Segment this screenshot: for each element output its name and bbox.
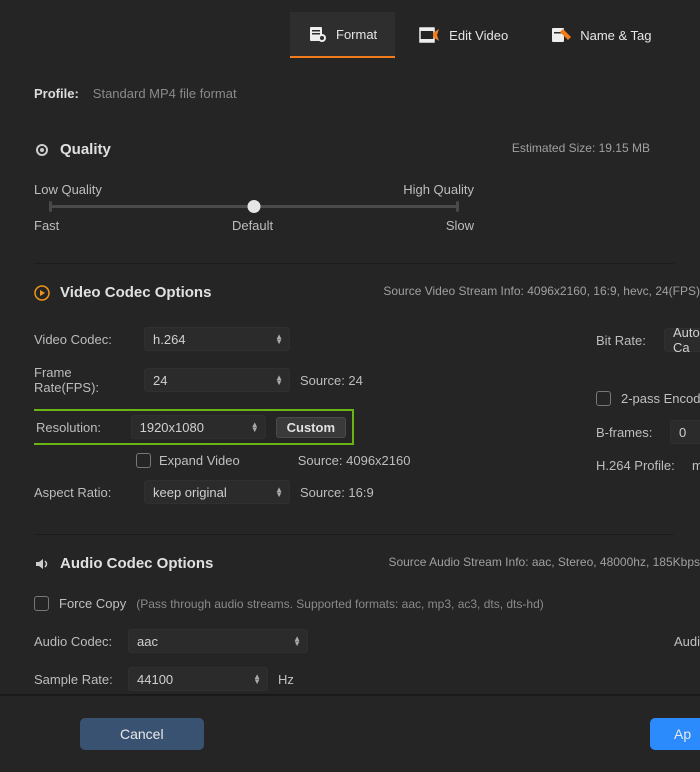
stepper-arrows-icon: ▲▼	[275, 487, 283, 497]
resolution-source: Source: 4096x2160	[298, 453, 411, 468]
aspect-ratio-label: Aspect Ratio:	[34, 485, 134, 500]
stepper-arrows-icon: ▲▼	[253, 674, 261, 684]
apply-button[interactable]: Ap	[650, 718, 700, 750]
twopass-checkbox[interactable]	[596, 391, 611, 406]
sample-rate-unit: Hz	[278, 672, 294, 687]
h264-profile-label: H.264 Profile:	[596, 458, 682, 473]
stepper-arrows-icon: ▲▼	[275, 334, 283, 344]
quality-low-label: Low Quality	[34, 182, 102, 197]
play-icon	[34, 285, 50, 301]
audio-codec-title: Audio Codec Options	[60, 555, 213, 572]
speaker-icon	[34, 556, 50, 572]
tab-name-tag-label: Name & Tag	[580, 28, 651, 43]
video-codec-title: Video Codec Options	[60, 284, 211, 301]
force-copy-label: Force Copy	[59, 596, 126, 611]
tab-edit-video-label: Edit Video	[449, 28, 508, 43]
frame-rate-source: Source: 24	[300, 373, 363, 388]
name-tag-icon	[550, 25, 572, 45]
profile-value: Standard MP4 file format	[93, 86, 237, 101]
resolution-select[interactable]: 1920x1080 ▲▼	[131, 415, 266, 439]
quality-title: Quality	[60, 141, 111, 158]
twopass-label: 2-pass Encodin	[621, 391, 700, 406]
aspect-ratio-select[interactable]: keep original ▲▼	[144, 480, 290, 504]
sample-rate-select[interactable]: 44100 ▲▼	[128, 667, 268, 691]
quality-slow-label: Slow	[446, 218, 474, 233]
video-codec-select[interactable]: h.264 ▲▼	[144, 327, 290, 351]
aspect-ratio-source: Source: 16:9	[300, 485, 374, 500]
slider-tick	[456, 201, 459, 212]
expand-video-checkbox[interactable]	[136, 453, 151, 468]
tab-format[interactable]: Format	[290, 12, 395, 58]
tab-edit-video[interactable]: Edit Video	[401, 12, 526, 58]
quality-slider-track[interactable]	[49, 205, 459, 208]
edit-video-icon	[419, 25, 441, 45]
quality-high-label: High Quality	[403, 182, 474, 197]
bframes-select[interactable]: 0	[670, 420, 700, 444]
h264-profile-value: ma	[692, 458, 700, 473]
cancel-button[interactable]: Cancel	[80, 718, 204, 750]
audio-codec-label: Audio Codec:	[34, 634, 118, 649]
video-stream-info: Source Video Stream Info: 4096x2160, 16:…	[383, 284, 700, 298]
sample-rate-label: Sample Rate:	[34, 672, 118, 687]
format-icon	[308, 24, 328, 44]
expand-video-label: Expand Video	[159, 453, 240, 468]
force-copy-desc: (Pass through audio streams. Supported f…	[136, 597, 544, 611]
stepper-arrows-icon: ▲▼	[293, 636, 301, 646]
frame-rate-label: Frame Rate(FPS):	[34, 365, 134, 395]
force-copy-checkbox[interactable]	[34, 596, 49, 611]
slider-tick	[49, 201, 52, 212]
quality-default-label: Default	[232, 218, 273, 233]
custom-resolution-button[interactable]: Custom	[276, 417, 346, 438]
gear-icon	[34, 142, 50, 158]
quality-fast-label: Fast	[34, 218, 59, 233]
quality-slider-handle[interactable]	[248, 200, 261, 213]
audio-right-label: Audi	[674, 634, 700, 649]
frame-rate-select[interactable]: 24 ▲▼	[144, 368, 290, 392]
bframes-label: B-frames:	[596, 425, 660, 440]
tab-format-label: Format	[336, 27, 377, 42]
stepper-arrows-icon: ▲▼	[251, 422, 259, 432]
audio-codec-select[interactable]: aac ▲▼	[128, 629, 308, 653]
tab-name-tag[interactable]: Name & Tag	[532, 12, 669, 58]
stepper-arrows-icon: ▲▼	[275, 375, 283, 385]
estimated-size-value: 19.15 MB	[599, 141, 650, 155]
video-codec-label: Video Codec:	[34, 332, 134, 347]
profile-label: Profile:	[34, 86, 79, 101]
resolution-label: Resolution:	[36, 420, 121, 435]
bitrate-label: Bit Rate:	[596, 333, 654, 348]
audio-stream-info: Source Audio Stream Info: aac, Stereo, 4…	[388, 555, 700, 569]
bitrate-select[interactable]: Auto Ca	[664, 328, 700, 352]
estimated-size-label: Estimated Size:	[512, 141, 595, 155]
